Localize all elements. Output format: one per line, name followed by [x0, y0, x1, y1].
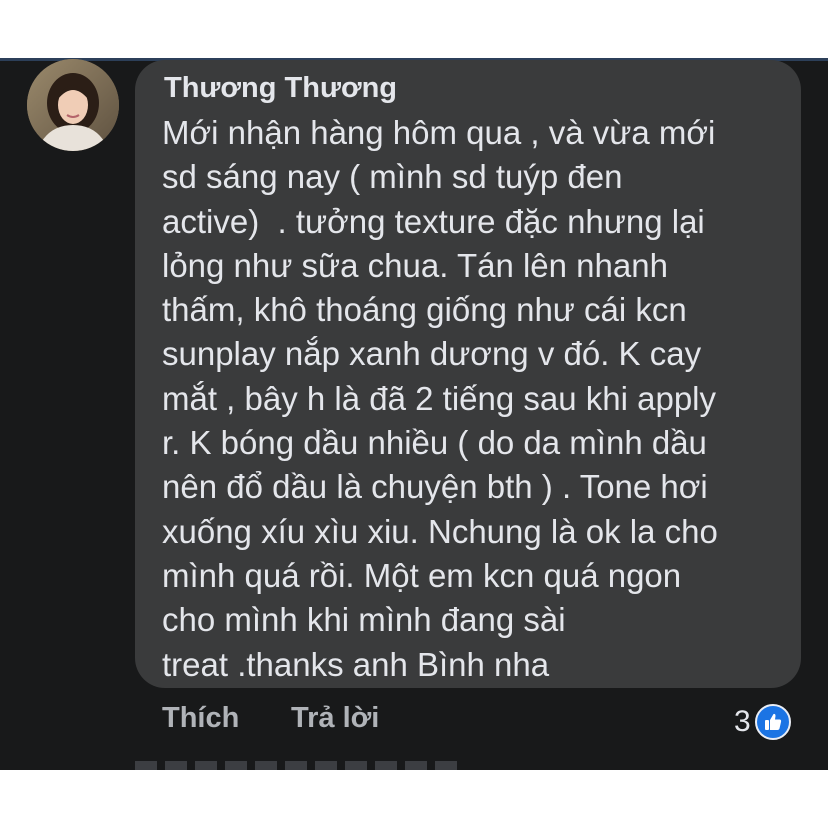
comment-line: sd sáng nay ( mình sd tuýp đen [162, 158, 623, 196]
comment-line: sunplay nắp xanh dương v đó. K cay [162, 335, 702, 373]
comment-line: xuống xíu xìu xiu. Nchung là ok la cho [162, 512, 718, 550]
avatar[interactable] [27, 59, 119, 151]
comment-text: Mới nhận hàng hôm qua , và vừa mới sd sá… [162, 111, 792, 687]
comment-line: r. K bóng dầu nhiều ( do da mình dầu [162, 424, 707, 462]
user-avatar-icon [27, 59, 119, 151]
comment-line: cho mình khi mình đang sài [162, 601, 566, 639]
like-button[interactable]: Thích [162, 702, 239, 735]
comment-line: treat .thanks anh Bình nha [162, 645, 550, 683]
comment-bubble: Thương Thương Mới nhận hàng hôm qua , và… [135, 60, 801, 688]
comment-screen: Thương Thương Mới nhận hàng hôm qua , và… [0, 58, 828, 770]
next-comment-preview [135, 761, 465, 770]
comment-line: thấm, khô thoáng giống như cái kcn [162, 291, 687, 329]
comment-line: Mới nhận hàng hôm qua , và vừa mới [162, 114, 716, 151]
comment-line: lỏng như sữa chua. Tán lên nhanh [162, 246, 668, 284]
like-thumb-icon [754, 704, 791, 740]
reaction-summary[interactable]: 3 [734, 702, 791, 742]
comment-actions: Thích Trả lời 3 [0, 702, 828, 742]
comment-line: active) . tưởng texture đặc nhưng lại [162, 202, 705, 240]
comment-author[interactable]: Thương Thương [164, 72, 397, 105]
reaction-count: 3 [734, 705, 751, 738]
comment-line: mình quá rồi. Một em kcn quá ngon [162, 556, 682, 594]
reply-button[interactable]: Trả lời [291, 702, 379, 735]
comment-line: mắt , bây h là đã 2 tiếng sau khi apply [162, 379, 717, 417]
comment-line: nên đổ dầu là chuyện bth ) . Tone hơi [162, 468, 708, 506]
